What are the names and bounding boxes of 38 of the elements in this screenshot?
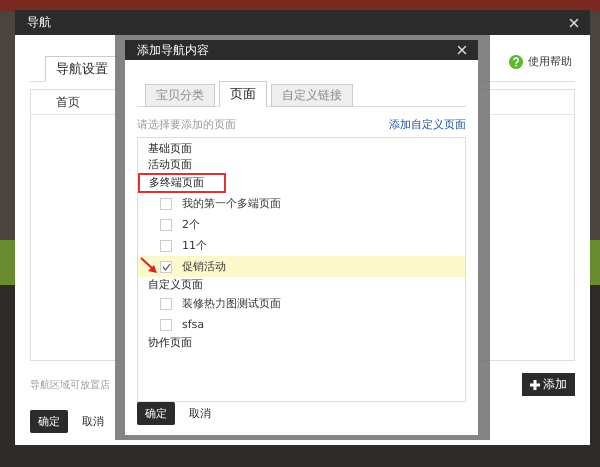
close-icon: [455, 43, 469, 57]
page-label: 11个: [182, 238, 207, 253]
highlighted-row[interactable]: 促销活动: [138, 256, 465, 277]
page-label: 我的第一个多端页面: [182, 196, 281, 211]
group-label: 基础页面: [148, 141, 192, 157]
confirm-button[interactable]: 确定: [30, 410, 68, 433]
checkbox[interactable]: [160, 240, 172, 252]
page-label: sfsa: [182, 318, 204, 331]
hint-text: 导航区域可放置店: [30, 378, 110, 392]
cancel-button[interactable]: 取消: [187, 402, 213, 425]
help-icon: [509, 54, 523, 68]
page-row[interactable]: 装修热力图测试页面: [138, 293, 465, 314]
checkbox[interactable]: [160, 260, 172, 272]
checkbox[interactable]: [160, 198, 172, 210]
page-row[interactable]: 我的第一个多端页面: [138, 193, 465, 214]
confirm-button[interactable]: 确定: [137, 402, 175, 425]
page-row[interactable]: 2个: [138, 214, 465, 235]
dialog-title: 添加导航内容: [137, 42, 209, 58]
group-label: 自定义页面: [148, 277, 203, 293]
help-link[interactable]: 使用帮助: [509, 54, 572, 69]
page-row[interactable]: 11个: [138, 235, 465, 256]
dialog-title: 导航: [27, 14, 51, 31]
checkbox[interactable]: [160, 298, 172, 310]
checkbox[interactable]: [160, 218, 172, 230]
plus-icon: [530, 380, 540, 390]
page-row[interactable]: sfsa: [138, 314, 465, 335]
instruction-text: 请选择要添加的页面: [137, 117, 236, 132]
cancel-button[interactable]: 取消: [80, 410, 106, 433]
page-label: 2个: [182, 217, 200, 232]
tab[interactable]: 页面: [219, 81, 267, 107]
group-label: 协作页面: [148, 335, 192, 351]
checkbox[interactable]: [160, 318, 172, 330]
outlined-group-label: 多终端页面: [138, 173, 226, 193]
add-custom-page-link[interactable]: 添加自定义页面: [389, 117, 466, 132]
page-label: 装修热力图测试页面: [182, 296, 281, 311]
group-label: 活动页面: [148, 157, 192, 173]
add-button[interactable]: 添加: [522, 373, 575, 396]
page-label: 促销活动: [182, 259, 226, 274]
